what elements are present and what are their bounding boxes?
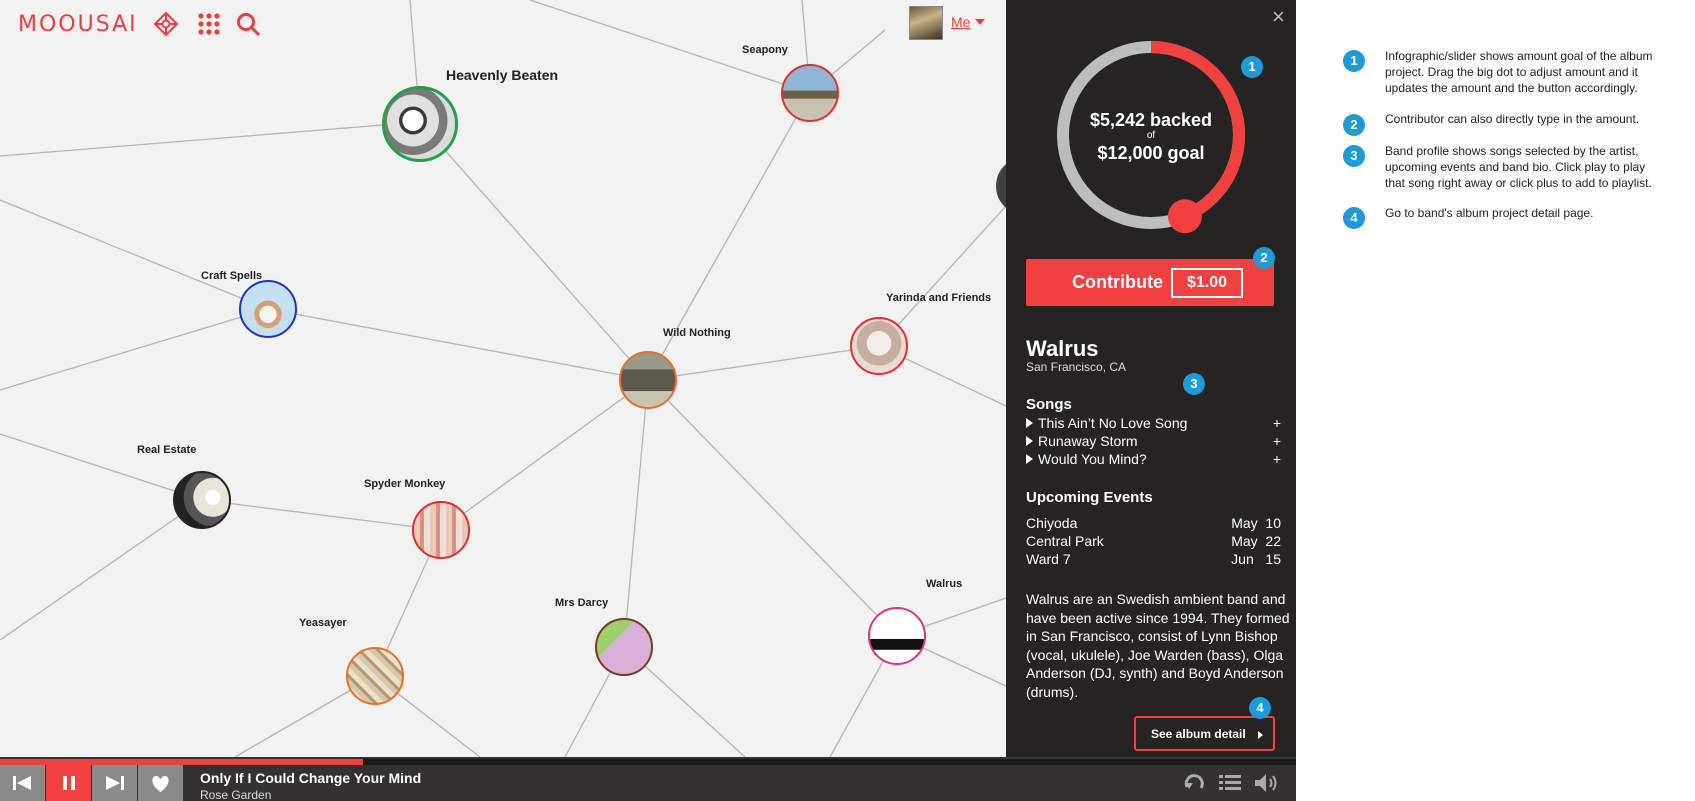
event-date: Jun 15 [1231, 551, 1281, 567]
contribute-button[interactable]: Contribute [1026, 259, 1274, 306]
band-label-wild-nothing: Wild Nothing [663, 327, 731, 339]
contribution-amount-input[interactable] [1171, 268, 1243, 298]
band-detail-panel: $5,242 backed of $12,000 goal Contribute… [1006, 0, 1296, 757]
app-logo[interactable]: MOOUSAI [18, 12, 138, 37]
amount-goal: $12,000 goal [1097, 143, 1205, 163]
band-node-yarinda-and-friends[interactable] [850, 317, 908, 375]
band-location: San Francisco, CA [1026, 360, 1127, 374]
play-icon[interactable] [1026, 436, 1033, 446]
repeat-icon[interactable] [1181, 771, 1209, 795]
event-row: Ward 7 Jun 15 [1026, 551, 1281, 567]
band-name: Walrus [1026, 336, 1099, 361]
band-label-yeasayer: Yeasayer [299, 617, 347, 629]
song-title[interactable]: Runaway Storm [1038, 433, 1138, 449]
graph-edges [0, 0, 1006, 757]
band-label-spyder-monkey: Spyder Monkey [364, 478, 446, 490]
event-venue: Central Park [1026, 533, 1104, 549]
next-track-icon[interactable] [92, 765, 137, 801]
now-playing-artist: Rose Garden [200, 788, 272, 801]
add-to-playlist-icon[interactable]: + [1273, 451, 1281, 467]
callout-badge-2: 2 [1253, 247, 1275, 269]
callout-badge-4: 4 [1249, 697, 1271, 719]
event-date: May 10 [1231, 515, 1281, 531]
song-row: Would You Mind? + [1026, 451, 1281, 469]
band-label-yarinda-and-friends: Yarinda and Friends [886, 292, 992, 304]
annotation-badge-1: 1 [1343, 50, 1365, 72]
band-node-heavenly-beaten[interactable] [382, 86, 458, 162]
annotation-badge-4: 4 [1343, 207, 1365, 229]
search-icon[interactable] [234, 10, 262, 38]
events-heading: Upcoming Events [1026, 489, 1153, 506]
band-node-craft-spells[interactable] [239, 280, 297, 338]
chevron-right-icon [1258, 731, 1263, 739]
app-root: Heavenly Beaten Seapony Craft Spells Wil… [0, 0, 1695, 801]
annotation-note-3: Band profile shows songs selected by the… [1385, 144, 1652, 190]
see-album-detail-button[interactable]: See album detail [1134, 716, 1275, 751]
user-menu-link[interactable]: Me [951, 14, 970, 30]
band-node-seapony[interactable] [781, 64, 839, 122]
annotation-badge-2: 2 [1343, 114, 1365, 136]
song-row: This Ain’t No Love Song + [1026, 415, 1281, 433]
band-node-spyder-monkey[interactable] [412, 501, 470, 559]
song-row: Runaway Storm + [1026, 433, 1281, 451]
close-panel-button[interactable]: × [1272, 6, 1285, 28]
event-row: Chiyoda May 10 [1026, 515, 1281, 531]
event-venue: Ward 7 [1026, 551, 1071, 567]
see-album-detail-label: See album detail [1151, 727, 1246, 741]
band-label-seapony: Seapony [742, 44, 788, 56]
play-icon[interactable] [1026, 454, 1033, 464]
band-graph-canvas[interactable]: Heavenly Beaten Seapony Craft Spells Wil… [0, 0, 1006, 757]
play-icon[interactable] [1026, 418, 1033, 428]
band-node-real-estate[interactable] [173, 471, 231, 529]
band-label-heavenly-beaten: Heavenly Beaten [446, 67, 559, 83]
band-label-mrs-darcy: Mrs Darcy [555, 597, 609, 609]
annotation-badge-3: 3 [1343, 145, 1365, 167]
add-to-playlist-icon[interactable]: + [1273, 433, 1281, 449]
heart-icon[interactable] [138, 765, 183, 801]
event-date: May 22 [1231, 533, 1281, 549]
band-node-walrus[interactable] [868, 607, 926, 665]
chevron-down-icon[interactable] [975, 19, 985, 25]
band-label-craft-spells: Craft Spells [201, 270, 263, 282]
pause-icon[interactable] [46, 765, 91, 801]
grid-icon[interactable] [195, 10, 223, 38]
band-label-real-estate: Real Estate [137, 444, 197, 456]
songs-heading: Songs [1026, 396, 1072, 413]
band-node-yeasayer[interactable] [346, 647, 404, 705]
playback-progress-bar[interactable] [0, 759, 1296, 765]
volume-icon[interactable] [1252, 771, 1280, 795]
band-label-walrus: Walrus [926, 578, 963, 590]
song-title[interactable]: This Ain’t No Love Song [1038, 415, 1187, 431]
network-icon[interactable] [152, 10, 180, 38]
playlist-icon[interactable] [1216, 771, 1244, 795]
now-playing-title: Only If I Could Change Your Mind [200, 770, 422, 786]
add-to-playlist-icon[interactable]: + [1273, 415, 1281, 431]
annotation-note-2: Contributor can also directly type in th… [1385, 112, 1640, 126]
previous-track-icon[interactable] [0, 765, 45, 801]
contribute-label: Contribute [1072, 272, 1163, 292]
event-row: Central Park May 22 [1026, 533, 1281, 549]
callout-badge-1: 1 [1241, 56, 1263, 78]
user-avatar[interactable] [909, 6, 943, 40]
amount-of-label: of [1146, 130, 1156, 141]
annotation-note-4: Go to band's album project detail page. [1385, 206, 1594, 220]
annotation-note-1: Infographic/slider shows amount goal of … [1385, 49, 1653, 95]
band-node-mrs-darcy[interactable] [595, 618, 653, 676]
band-bio: Walrus are an Swedish ambient band and h… [1026, 591, 1290, 700]
amount-backed: $5,242 backed [1089, 110, 1213, 130]
gauge-drag-handle[interactable] [1167, 199, 1202, 234]
callout-badge-3: 3 [1183, 373, 1205, 395]
event-venue: Chiyoda [1026, 515, 1078, 531]
band-node-wild-nothing[interactable] [619, 351, 677, 409]
song-title[interactable]: Would You Mind? [1038, 451, 1147, 467]
